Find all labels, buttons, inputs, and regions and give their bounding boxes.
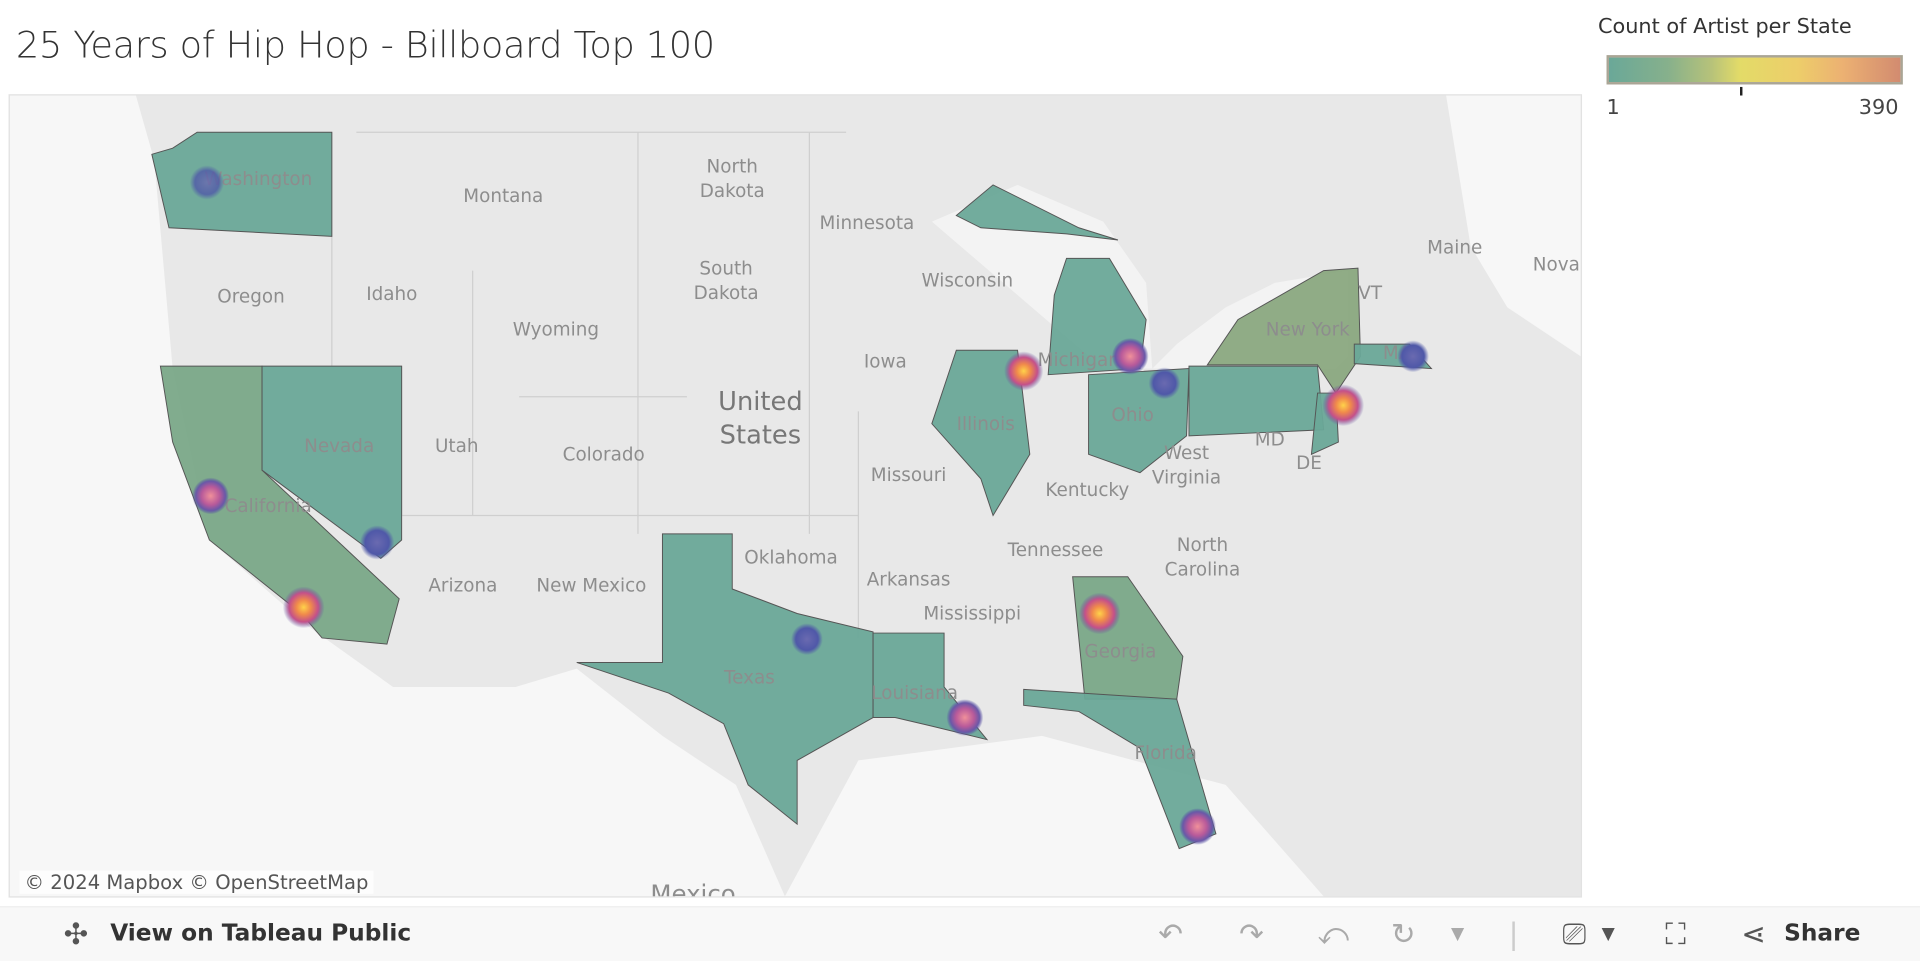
label-oklahoma: Oklahoma [744,547,837,568]
label-west-virginia: West [1164,443,1209,464]
hotspot-detroit [1111,337,1149,375]
hotspot-las-vegas [360,525,395,560]
map-credits[interactable]: © 2024 Mapbox © OpenStreetMap [19,870,374,894]
label-missouri: Missouri [871,465,947,486]
label-south-dakota: South [699,258,752,279]
label-new-york: New York [1266,320,1350,341]
label-north-dakota: North [707,157,758,178]
redo-icon[interactable]: ↷ [1239,917,1264,951]
fullscreen-icon[interactable]: ⛶ [1665,917,1686,951]
label-wisconsin: Wisconsin [922,271,1014,292]
download-icon[interactable]: ⎚ [1562,917,1586,951]
label-arkansas: Arkansas [867,569,951,590]
label-de: DE [1296,453,1322,474]
state-pennsylvania [1188,365,1325,437]
hotspot-bay-area [192,477,229,515]
refresh-dropdown-icon[interactable]: ▼ [1451,924,1464,944]
label-mexico: Mexico [650,879,735,896]
legend-tick [1740,86,1743,96]
hotspot-miami [1179,808,1216,845]
hotspot-atlanta [1078,592,1121,635]
label-ohio: Ohio [1111,405,1153,426]
label-oregon: Oregon [217,286,284,307]
label-minnesota: Minnesota [820,213,915,234]
revert-icon[interactable]: ⤺ [1318,917,1349,951]
toolbar-divider: | [1508,917,1519,952]
label-north-dakota-2: Dakota [700,181,765,202]
label-united-states-2: States [720,420,801,450]
label-louisiana: Louisiana [871,683,958,704]
hotspot-new-orleans [946,699,984,736]
map[interactable]: Washington Montana North Dakota Minnesot… [8,94,1583,898]
label-north-carolina-2: Carolina [1165,560,1241,581]
legend-max: 390 [1858,95,1899,121]
label-new-mexico: New Mexico [536,575,646,596]
hotspot-cleveland [1148,367,1181,400]
label-michigan: Michigan [1038,350,1120,371]
label-west-virginia-2: Virginia [1152,468,1221,489]
hotspot-boston [1397,340,1429,373]
tableau-logo-icon: ✣ [63,917,89,952]
map-canvas[interactable]: Washington Montana North Dakota Minnesot… [9,95,1581,897]
toolbar: ✣ View on Tableau Public ↶ ↷ ⤺ ↻ ▼ | ⎚ ▼… [0,906,1920,961]
legend-min: 1 [1606,95,1620,121]
hotspot-los-angeles [282,586,325,629]
label-utah: Utah [435,436,479,457]
label-texas: Texas [723,667,775,688]
view-on-tableau-public-link[interactable]: View on Tableau Public [110,920,411,947]
label-illinois: Illinois [957,414,1015,435]
legend-title: Count of Artist per State [1597,14,1852,40]
label-montana: Montana [463,186,543,207]
label-mississippi: Mississippi [923,604,1021,625]
label-colorado: Colorado [563,444,645,465]
label-nevada: Nevada [304,436,374,457]
label-maine: Maine [1427,237,1482,258]
share-icon[interactable]: ⋖ [1741,917,1766,951]
legend-color-ramp [1606,55,1903,85]
label-arizona: Arizona [428,575,497,596]
label-vt: VT [1358,283,1383,304]
download-dropdown-icon[interactable]: ▼ [1602,924,1615,944]
label-tennessee: Tennessee [1007,540,1104,561]
page-title: 25 Years of Hip Hop - Billboard Top 100 [15,24,715,68]
hotspot-new-york [1322,384,1365,427]
refresh-icon[interactable]: ↻ [1391,917,1416,951]
label-md: MD [1255,430,1285,451]
label-florida: Florida [1134,743,1196,764]
label-south-dakota-2: Dakota [694,283,759,304]
undo-icon[interactable]: ↶ [1158,917,1183,951]
label-iowa: Iowa [864,351,907,372]
label-georgia: Georgia [1084,642,1156,663]
label-idaho: Idaho [366,284,417,305]
share-button[interactable]: Share [1784,920,1860,947]
label-california: California [225,496,312,517]
label-kentucky: Kentucky [1045,480,1129,501]
label-wyoming: Wyoming [513,320,599,341]
label-north-carolina: North [1177,535,1228,556]
label-united-states: United [718,387,802,417]
hotspot-seattle [189,165,225,200]
hotspot-chicago [1004,351,1044,391]
hotspot-texas [791,623,823,656]
label-nova: Nova [1533,255,1580,276]
